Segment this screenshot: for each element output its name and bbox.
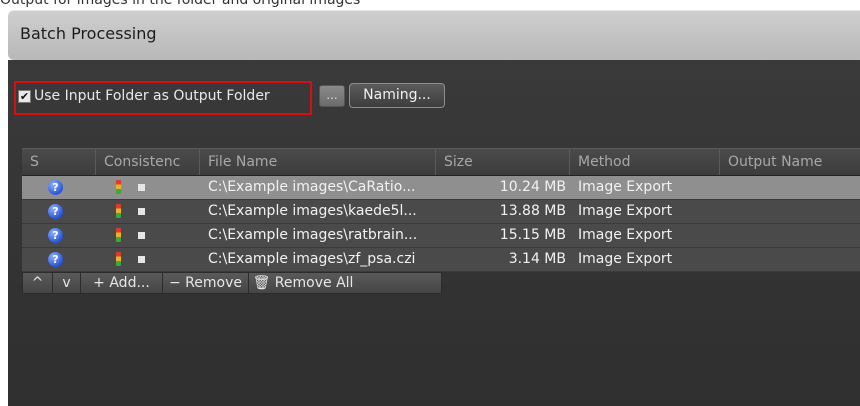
size-cell: 15.15 MB bbox=[499, 227, 566, 243]
table-toolbar: ^ v + Add... − Remove 🗑 Remove All bbox=[22, 272, 442, 294]
column-header-output-name[interactable]: Output Name bbox=[720, 149, 860, 175]
add-button[interactable]: + Add... bbox=[81, 273, 163, 293]
method-cell: Image Export bbox=[578, 179, 673, 195]
move-up-button[interactable]: ^ bbox=[23, 273, 53, 293]
table-row[interactable]: ? C:\Example images\zf_psa.czi 3.14 MB I… bbox=[22, 248, 860, 272]
traffic-light-icon bbox=[116, 252, 121, 266]
panel-header[interactable]: Batch Processing bbox=[8, 10, 860, 60]
method-cell: Image Export bbox=[578, 251, 673, 267]
question-icon: ? bbox=[48, 180, 63, 195]
top-caption-text: Output for images in the folder and orig… bbox=[0, 0, 361, 8]
column-header-status[interactable]: S bbox=[22, 149, 96, 175]
column-header-consistency[interactable]: Consistenc bbox=[96, 149, 200, 175]
table-row[interactable]: ? C:\Example images\CaRatio... 10.24 MB … bbox=[22, 176, 860, 200]
method-cell: Image Export bbox=[578, 227, 673, 243]
remove-all-button[interactable]: 🗑 Remove All bbox=[249, 273, 357, 293]
file-name-cell: C:\Example images\kaede5l... bbox=[208, 203, 417, 219]
column-header-method[interactable]: Method bbox=[570, 149, 720, 175]
output-options-row: ✔ Use Input Folder as Output Folder ... … bbox=[8, 76, 860, 120]
file-table: S Consistenc File Name Size Method Outpu… bbox=[22, 148, 860, 318]
output-name-cell bbox=[728, 224, 860, 247]
square-icon bbox=[138, 184, 145, 191]
column-header-size[interactable]: Size bbox=[436, 149, 570, 175]
file-name-cell: C:\Example images\CaRatio... bbox=[208, 179, 416, 195]
panel-title: Batch Processing bbox=[20, 24, 157, 43]
size-cell: 13.88 MB bbox=[499, 203, 566, 219]
table-row[interactable]: ? C:\Example images\kaede5l... 13.88 MB … bbox=[22, 200, 860, 224]
table-header: S Consistenc File Name Size Method Outpu… bbox=[22, 148, 860, 176]
question-icon: ? bbox=[48, 204, 63, 219]
output-name-cell bbox=[728, 200, 860, 223]
method-cell: Image Export bbox=[578, 203, 673, 219]
traffic-light-icon bbox=[116, 228, 121, 242]
size-cell: 3.14 MB bbox=[508, 251, 566, 267]
table-body: ? C:\Example images\CaRatio... 10.24 MB … bbox=[22, 176, 860, 272]
batch-processing-panel: ✔ Use Input Folder as Output Folder ... … bbox=[8, 60, 860, 406]
use-input-folder-label[interactable]: Use Input Folder as Output Folder bbox=[34, 88, 270, 104]
traffic-light-icon bbox=[116, 180, 121, 194]
move-down-button[interactable]: v bbox=[53, 273, 81, 293]
square-icon bbox=[138, 208, 145, 215]
use-input-folder-checkbox[interactable]: ✔ bbox=[18, 90, 31, 103]
size-cell: 10.24 MB bbox=[499, 179, 566, 195]
output-name-cell bbox=[728, 248, 860, 271]
remove-button[interactable]: − Remove bbox=[163, 273, 249, 293]
traffic-light-icon bbox=[116, 204, 121, 218]
column-header-file-name[interactable]: File Name bbox=[200, 149, 436, 175]
browse-output-folder-button[interactable]: ... bbox=[319, 85, 345, 107]
question-icon: ? bbox=[48, 252, 63, 267]
square-icon bbox=[138, 256, 145, 263]
file-name-cell: C:\Example images\ratbrain... bbox=[208, 227, 418, 243]
table-row[interactable]: ? C:\Example images\ratbrain... 15.15 MB… bbox=[22, 224, 860, 248]
file-name-cell: C:\Example images\zf_psa.czi bbox=[208, 251, 416, 267]
output-name-cell bbox=[728, 176, 860, 199]
question-icon: ? bbox=[48, 228, 63, 243]
naming-button[interactable]: Naming... bbox=[349, 83, 445, 108]
square-icon bbox=[138, 232, 145, 239]
